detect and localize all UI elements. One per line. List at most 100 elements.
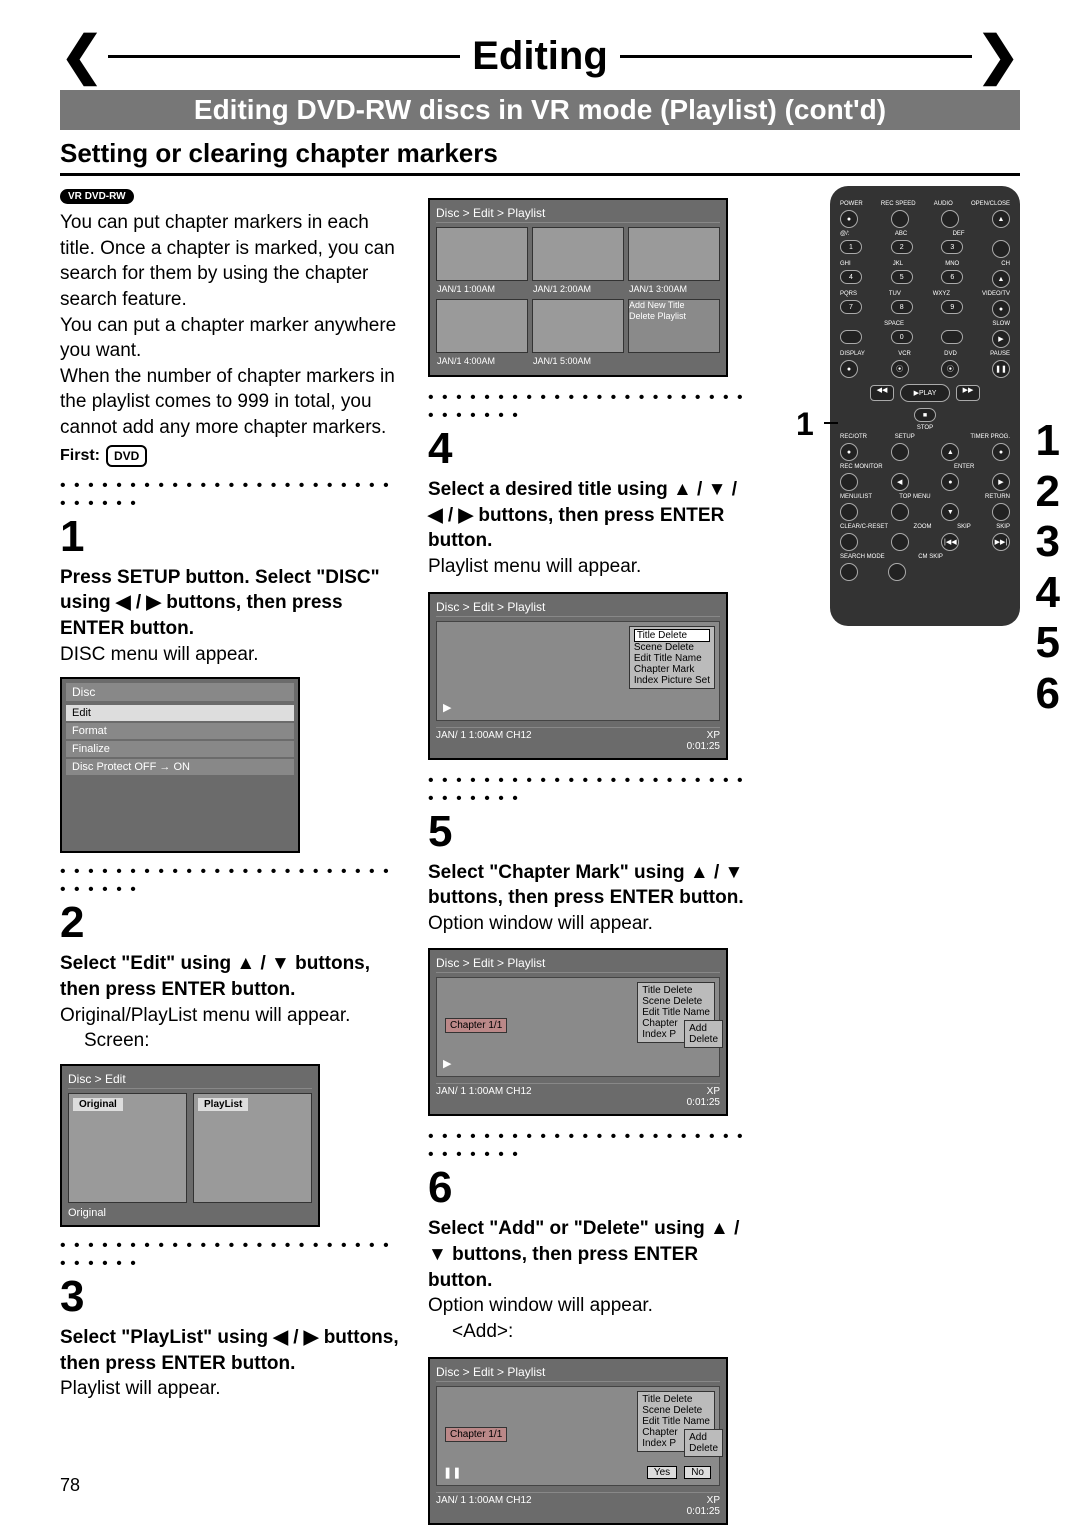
ch-button[interactable]	[992, 240, 1010, 258]
num-4-button[interactable]: 4	[840, 270, 862, 284]
num-9-button[interactable]: 9	[941, 300, 963, 314]
nav-right-button[interactable]: ▶	[992, 473, 1010, 491]
menu-list-button[interactable]	[840, 503, 858, 521]
page-number: 78	[60, 1475, 80, 1496]
remote-label: AUDIO	[934, 201, 953, 207]
num-0-button[interactable]: 0	[891, 330, 913, 344]
divider-dots: • • • • • • • • • • • • • • • • • • • • …	[60, 477, 400, 513]
sub-header: Editing DVD-RW discs in VR mode (Playlis…	[60, 90, 1020, 130]
skip-back-button[interactable]: |◀◀	[941, 533, 959, 551]
footer-left: JAN/ 1 1:00AM CH12	[436, 1086, 532, 1097]
arrow-left-icon: ❮	[60, 30, 104, 82]
video-tv-button[interactable]: ●	[992, 300, 1010, 318]
return-button[interactable]	[992, 503, 1010, 521]
menu-item-finalize: Finalize	[66, 741, 294, 757]
num-1-button[interactable]: 1	[840, 240, 862, 254]
top-menu-button[interactable]	[891, 503, 909, 521]
step-number: 6	[428, 1166, 748, 1210]
slow-button[interactable]: ▶	[992, 330, 1010, 348]
step1-instruction: Press SETUP button. Select "DISC" using …	[60, 565, 400, 642]
breadcrumb: Disc > Edit	[68, 1072, 312, 1089]
pause-icon: ❚❚	[443, 1466, 461, 1479]
num-3-button[interactable]: 3	[941, 240, 963, 254]
step4-instruction: Select a desired title using ▲ / ▼ / ◀ /…	[428, 477, 748, 554]
header-rule	[620, 55, 973, 58]
blank-button[interactable]	[941, 330, 963, 344]
stop-label: STOP	[840, 425, 1010, 431]
rec-otr-button[interactable]: ●	[840, 443, 858, 461]
add-delete-cell: Add New Title Delete Playlist	[628, 299, 720, 353]
breadcrumb: Disc > Edit > Playlist	[436, 600, 720, 617]
step-index: 1 2 3 4 5 6	[1036, 416, 1060, 720]
time-counter: 0:01:25	[436, 1506, 720, 1517]
divider-dots: • • • • • • • • • • • • • • • • • • • • …	[428, 389, 748, 425]
breadcrumb: Disc > Edit > Playlist	[436, 956, 720, 973]
step2-result: Original/PlayList menu will appear.	[60, 1003, 400, 1029]
remote-label: POWER	[840, 201, 863, 207]
footer-left: JAN/ 1 1:00AM CH12	[436, 1495, 532, 1506]
clear-button[interactable]	[840, 533, 858, 551]
rec-monitor-button[interactable]	[840, 473, 858, 491]
num-2-button[interactable]: 2	[891, 240, 913, 254]
play-button[interactable]: ▶ PLAY	[900, 384, 950, 402]
step3-instruction: Select "PlayList" using ◀ / ▶ buttons, t…	[60, 1325, 400, 1376]
original-playlist-screen: Disc > Edit Original PlayList Original	[60, 1064, 320, 1227]
page-title: Editing	[464, 34, 616, 79]
first-label: First:	[60, 447, 100, 465]
menu-item-protect: Disc Protect OFF → ON	[66, 759, 294, 775]
open-close-button[interactable]: ▲	[992, 210, 1010, 228]
footer-right: XP	[707, 730, 720, 741]
footer-right: XP	[707, 1495, 720, 1506]
enter-button[interactable]: ●	[941, 473, 959, 491]
callout-line	[824, 422, 838, 424]
num-8-button[interactable]: 8	[891, 300, 913, 314]
remote-label: OPEN/CLOSE	[971, 201, 1010, 207]
step3-result: Playlist will appear.	[60, 1376, 400, 1402]
remote-label: REC SPEED	[881, 201, 916, 207]
rec-speed-button[interactable]	[891, 210, 909, 228]
step5-result: Option window will appear.	[428, 911, 748, 937]
num-6-button[interactable]: 6	[941, 270, 963, 284]
step-number: 4	[428, 427, 748, 471]
vcr-button[interactable]: ⦿	[891, 360, 909, 378]
page-header: ❮ Editing ❯	[60, 30, 1020, 82]
ch-up-button[interactable]: ▲	[992, 270, 1010, 288]
nav-up-button[interactable]: ▲	[941, 443, 959, 461]
callout-1: 1	[796, 406, 814, 443]
zoom-button[interactable]	[891, 533, 909, 551]
pause-button[interactable]: ❚❚	[992, 360, 1010, 378]
audio-button[interactable]	[941, 210, 959, 228]
dvd-button[interactable]: ⦿	[941, 360, 959, 378]
menu-item-format: Format	[66, 723, 294, 739]
nav-left-button[interactable]: ◀	[891, 473, 909, 491]
rew-button[interactable]: ◀◀	[870, 385, 894, 401]
nav-down-button[interactable]: ▼	[941, 503, 959, 521]
step2-instruction: Select "Edit" using ▲ / ▼ buttons, then …	[60, 951, 400, 1002]
title-menu: Title Delete Scene Delete Edit Title Nam…	[629, 626, 715, 689]
step1-result: DISC menu will appear.	[60, 642, 400, 668]
chapter-chip: Chapter 1/1	[445, 1018, 507, 1033]
num-5-button[interactable]: 5	[891, 270, 913, 284]
title-thumb: JAN/1 2:00AM	[532, 227, 624, 281]
skip-fwd-button[interactable]: ▶▶|	[992, 533, 1010, 551]
num-7-button[interactable]: 7	[840, 300, 862, 314]
step5-instruction: Select "Chapter Mark" using ▲ / ▼ button…	[428, 860, 748, 911]
playlist-menu-screen: Disc > Edit > Playlist Title Delete Scen…	[428, 592, 728, 760]
blank-button[interactable]	[840, 330, 862, 344]
divider-dots: • • • • • • • • • • • • • • • • • • • • …	[428, 772, 748, 808]
setup-button[interactable]	[891, 443, 909, 461]
dvd-icon: DVD	[106, 445, 147, 467]
tab-original: Original	[68, 1093, 187, 1203]
cm-skip-button[interactable]	[888, 563, 906, 581]
search-mode-button[interactable]	[840, 563, 858, 581]
step4-result: Playlist menu will appear.	[428, 554, 748, 580]
divider-dots: • • • • • • • • • • • • • • • • • • • • …	[60, 1237, 400, 1273]
disc-menu-screen: Disc Edit Format Finalize Disc Protect O…	[60, 677, 300, 853]
stop-button[interactable]: ■	[914, 408, 936, 422]
display-button[interactable]: ●	[840, 360, 858, 378]
divider-dots: • • • • • • • • • • • • • • • • • • • • …	[428, 1128, 748, 1164]
chapter-mark-screen: Disc > Edit > Playlist Chapter 1/1 Title…	[428, 948, 728, 1116]
timer-prog-button[interactable]: ●	[992, 443, 1010, 461]
power-button[interactable]: ●	[840, 210, 858, 228]
ffwd-button[interactable]: ▶▶	[956, 385, 980, 401]
